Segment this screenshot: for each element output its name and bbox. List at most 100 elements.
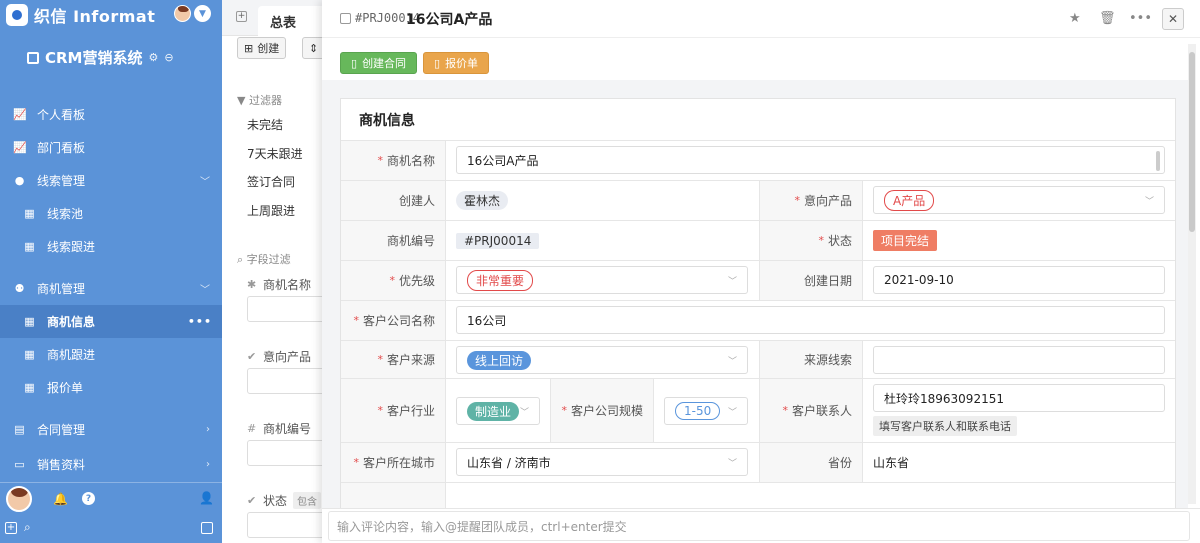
book-icon: ▤: [14, 423, 25, 436]
sidebar-item-lead-pool[interactable]: ▦ 线索池: [0, 197, 222, 230]
field-filter-input[interactable]: [247, 440, 331, 466]
create-button[interactable]: ⊞ 创建: [237, 37, 287, 59]
field-filter-label: ✱ 商机名称: [247, 276, 311, 293]
priority-select[interactable]: 非常重要 ﹀: [456, 266, 748, 294]
sidebar-item-label: 部门看板: [37, 141, 86, 155]
company-input[interactable]: 16公司: [456, 306, 1165, 334]
chevron-right-icon: ›: [206, 459, 210, 470]
field-filter-input[interactable]: [247, 368, 331, 394]
sidebar-item-label: 商机跟进: [47, 348, 96, 362]
sidebar-item-personal-board[interactable]: 📈 个人看板: [0, 98, 222, 131]
field-label-contact: * 客户联系人: [759, 379, 863, 442]
more-icon[interactable]: •••: [1129, 11, 1152, 26]
informat-logo-icon: [6, 4, 28, 26]
sidebar-item-quotes[interactable]: ▦ 报价单: [0, 371, 222, 404]
filter-item[interactable]: 上周跟进: [247, 202, 295, 219]
sidebar-item-label: 商机信息: [47, 315, 96, 329]
avatar[interactable]: [6, 486, 32, 512]
sidebar-item-lead-followup[interactable]: ▦ 线索跟进: [0, 230, 222, 263]
comment-bar: 输入评论内容，输入@提醒团队成员，ctrl+enter提交: [322, 508, 1200, 543]
app-title[interactable]: CRM营销系统 ⚙ ⊖: [27, 47, 174, 68]
form-row: 创建人 霍林杰 * 意向产品 A产品 ﹀: [341, 180, 1175, 220]
source-select[interactable]: 线上回访 ﹀: [456, 346, 748, 374]
status-value[interactable]: 项目完结: [863, 221, 1175, 260]
field-filter-text: 状态: [263, 494, 288, 508]
search-icon[interactable]: ⌕: [24, 520, 31, 535]
lead-input[interactable]: [873, 346, 1165, 374]
close-button[interactable]: ✕: [1162, 8, 1184, 30]
field-filter-input[interactable]: [247, 512, 331, 538]
code-chip: #PRJ00014: [456, 232, 540, 249]
tab-bar: + 总表: [222, 0, 331, 36]
chevron-down-icon: ﹀: [727, 357, 737, 367]
filter-item[interactable]: 7天未跟进: [247, 145, 303, 162]
field-filter-label: # 商机编号: [247, 420, 311, 437]
comment-input[interactable]: 输入评论内容，输入@提醒团队成员，ctrl+enter提交: [328, 511, 1190, 541]
create-contract-button[interactable]: ▯ 创建合同: [340, 52, 418, 74]
gear-icon[interactable]: ⚙: [149, 51, 159, 64]
source-chip: 线上回访: [467, 350, 532, 370]
form-row: * 优先级 非常重要 ﹀ 创建日期 2021-09-10: [341, 260, 1175, 300]
quote-button[interactable]: ▯ 报价单: [423, 52, 490, 74]
field-filter-heading: ⌕ 字段过滤: [237, 251, 291, 267]
sidebar-item-dept-board[interactable]: 📈 部门看板: [0, 131, 222, 164]
trash-icon[interactable]: 🗑: [1099, 11, 1116, 26]
creator-value: 霍林杰: [446, 181, 759, 220]
sidebar-item-contracts[interactable]: ▤ 合同管理 ›: [0, 413, 222, 446]
field-label-code: 商机编号: [341, 221, 446, 260]
add-square-icon[interactable]: +: [5, 522, 17, 534]
sidebar-item-opportunities[interactable]: ⚉ 商机管理 ﹀: [0, 272, 222, 305]
sidebar-item-opportunity-followup[interactable]: ▦ 商机跟进: [0, 338, 222, 371]
star-icon[interactable]: ★: [1069, 11, 1081, 26]
field-filter-input[interactable]: [247, 296, 331, 322]
tab-all[interactable]: 总表: [258, 6, 326, 36]
form-row: * 客户行业 制造业 ﹀ * 客户公司规模 1-50 ﹀ * 客户联系人 杜玲玲189…: [341, 378, 1175, 442]
opportunity-info-card: 商机信息 *商机名称 16公司A产品 创建人 霍林杰 *意向产品 A产品 ﹀: [340, 98, 1176, 508]
code-value: #PRJ00014: [446, 221, 759, 260]
circle-settings-icon[interactable]: ⊖: [164, 51, 173, 64]
operator-tag[interactable]: 包含: [293, 492, 322, 509]
add-user-icon[interactable]: 👤: [199, 491, 214, 505]
check-circle-icon: ✔: [247, 494, 257, 507]
copy-icon[interactable]: [340, 13, 351, 24]
chevron-down-circle-icon[interactable]: ▼: [194, 5, 211, 22]
filter-item[interactable]: 未完结: [247, 116, 283, 133]
form-row: * 客户所在城市 山东省 / 济南市 ﹀ 省份 山东省: [341, 442, 1175, 482]
sidebar-item-sales-docs[interactable]: ▭ 销售资料 ›: [0, 448, 222, 481]
scrollbar-thumb[interactable]: [1189, 52, 1195, 232]
collapse-icon[interactable]: [201, 522, 213, 534]
field-label-empty: [341, 483, 446, 508]
chevron-down-icon: ﹀: [200, 177, 210, 188]
sidebar-item-label: 个人看板: [37, 108, 86, 122]
sidebar-item-opportunity-info[interactable]: ▦ 商机信息 •••: [0, 305, 222, 338]
city-select[interactable]: 山东省 / 济南市 ﹀: [456, 448, 748, 476]
bell-icon[interactable]: 🔔: [53, 492, 68, 506]
created-date-input[interactable]: 2021-09-10: [873, 266, 1165, 294]
add-tab-icon[interactable]: +: [236, 11, 247, 22]
list-panel: + 总表 ⊞ 创建 ⇕ ▼ 过滤器 未完结 7天未跟进 签订合同 上周跟进 ⌕ …: [222, 0, 332, 543]
file-icon: ▯: [434, 56, 441, 70]
field-label-city: * 客户所在城市: [341, 443, 446, 482]
create-contract-label: 创建合同: [362, 57, 407, 70]
more-icon[interactable]: •••: [188, 315, 212, 328]
contact-input[interactable]: 杜玲玲18963092151: [873, 384, 1165, 412]
textarea-scroll[interactable]: [1156, 151, 1160, 171]
opp-name-input[interactable]: 16公司A产品: [456, 146, 1165, 174]
filter-item[interactable]: 签订合同: [247, 173, 295, 190]
product-select[interactable]: A产品 ﹀: [873, 186, 1165, 214]
quote-label: 报价单: [445, 57, 479, 70]
sidebar-user-bar: 🔔 ? 👤: [0, 482, 222, 515]
detail-scrollbar[interactable]: [1188, 44, 1196, 504]
field-label-opp-name: * 商机名称: [341, 141, 446, 180]
top-user-avatar[interactable]: [174, 5, 191, 22]
industry-select[interactable]: 制造业 ﹀: [456, 397, 540, 425]
chevron-down-icon: ﹀: [727, 459, 737, 469]
sidebar-item-leads[interactable]: ● 线索管理 ﹀: [0, 164, 222, 197]
help-icon[interactable]: ?: [82, 492, 95, 505]
field-label-size: * 客户公司规模: [550, 379, 654, 442]
size-chip: 1-50: [675, 402, 721, 420]
size-select[interactable]: 1-50 ﹀: [664, 397, 748, 425]
field-filter-text: 意向产品: [263, 350, 312, 364]
brand[interactable]: 织信 Informat: [6, 4, 155, 26]
action-bar: ▯ 创建合同 ▯ 报价单: [322, 44, 1182, 80]
